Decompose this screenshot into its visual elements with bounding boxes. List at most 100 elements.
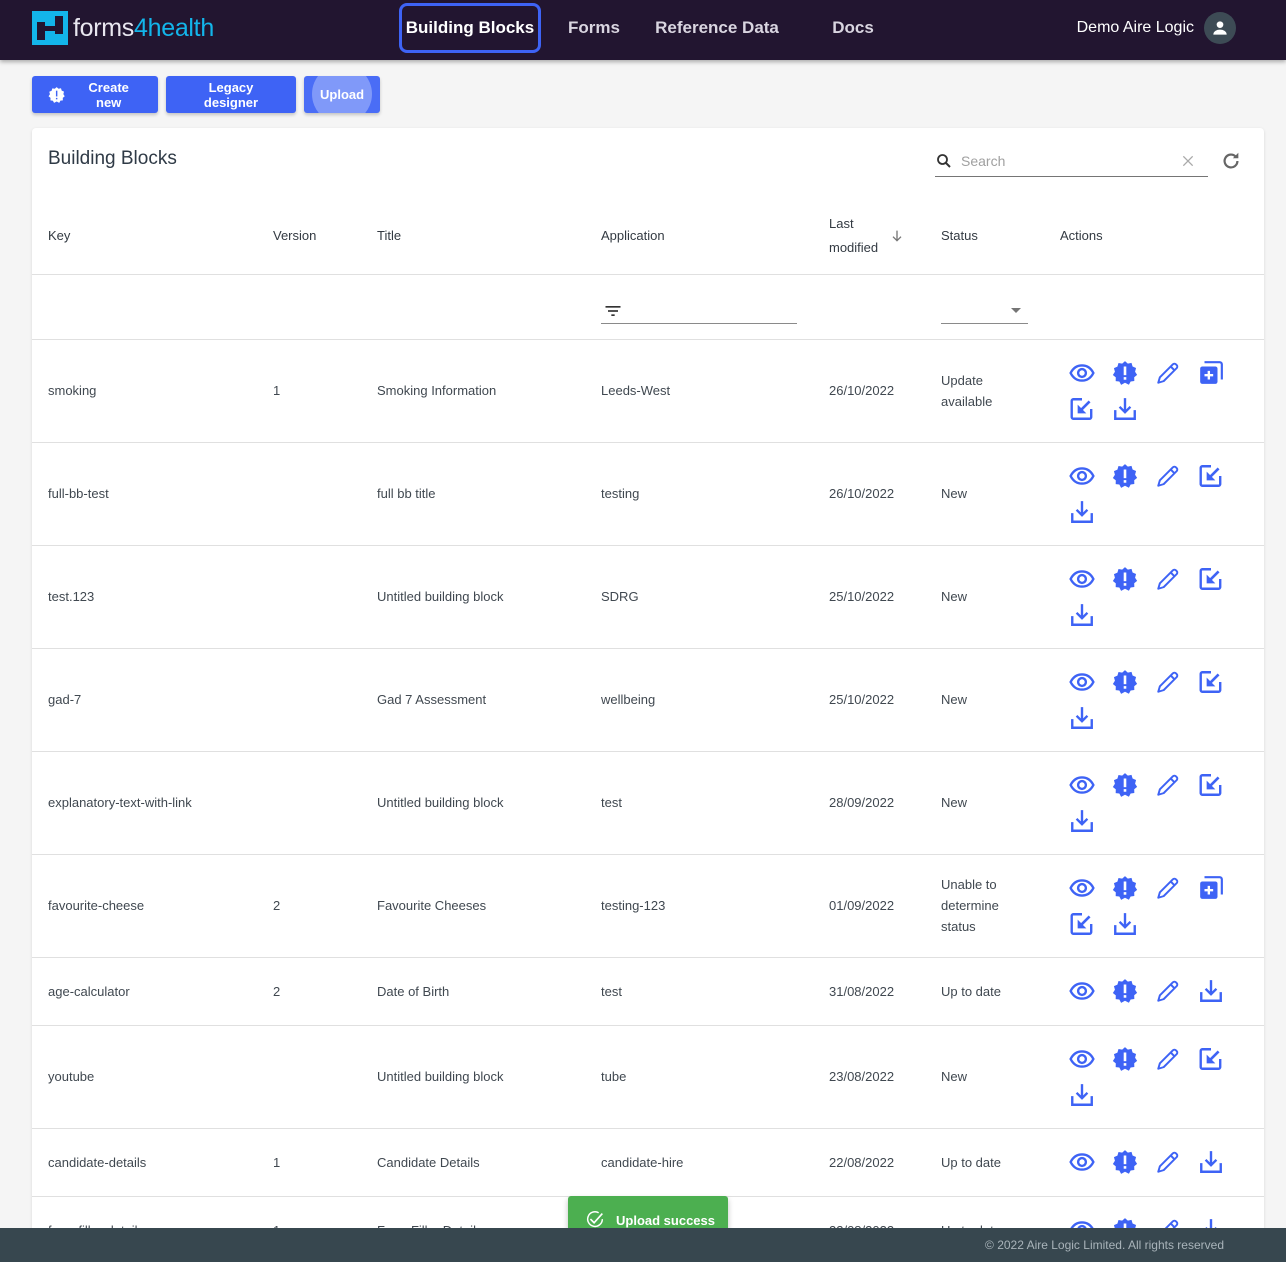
actions-cell [1060,442,1264,546]
actions-cell [1060,545,1264,649]
table-row[interactable]: youtube Untitled building block tube 23/08/… [32,1025,1264,1129]
row-actions [1060,1041,1240,1113]
edit-pencil-icon[interactable] [1152,664,1195,700]
edit-pencil-icon[interactable] [1152,1144,1195,1180]
key-cell: test.123 [32,545,273,649]
key-cell: candidate-details [32,1128,273,1197]
edit-pencil-icon[interactable] [1152,767,1195,803]
legacy-designer-button[interactable]: Legacy designer [166,76,296,113]
building-blocks-card: Building Blocks Key Version Title Applic… [32,128,1264,1262]
edit-pencil-icon[interactable] [1152,1041,1195,1077]
view-eye-icon[interactable] [1066,870,1109,906]
column-header-last-modified[interactable]: Last modified [829,198,941,275]
edit-pencil-icon[interactable] [1152,458,1195,494]
copyright-text: © 2022 Aire Logic Limited. All rights re… [985,1238,1224,1252]
search-input[interactable] [961,153,1180,169]
column-header-status[interactable]: Status [941,198,1060,275]
title-cell: Date of Birth [377,957,601,1026]
search-field[interactable] [935,146,1208,177]
view-eye-icon[interactable] [1066,664,1109,700]
download-icon[interactable] [1109,391,1152,427]
download-icon[interactable] [1109,906,1152,942]
table-row[interactable]: age-calculator 2 Date of Birth test 31/08/20… [32,957,1264,1026]
edit-pencil-icon[interactable] [1152,973,1195,1009]
publish-badge-icon[interactable] [1109,1144,1152,1180]
version-cell [273,442,377,546]
import-icon[interactable] [1066,391,1109,427]
view-eye-icon[interactable] [1066,1041,1109,1077]
key-cell: favourite-cheese [32,854,273,958]
version-cell: 2 [273,854,377,958]
view-eye-icon[interactable] [1066,973,1109,1009]
publish-badge-icon[interactable] [1109,1041,1152,1077]
view-eye-icon[interactable] [1066,767,1109,803]
nav-docs[interactable]: Docs [787,3,919,53]
table-row[interactable]: favourite-cheese 2 Favourite Cheeses testin… [32,854,1264,958]
publish-badge-icon[interactable] [1109,767,1152,803]
download-icon[interactable] [1066,803,1109,839]
clear-search-icon[interactable] [1180,153,1196,169]
status-cell: Update available [941,339,1060,443]
duplicate-icon[interactable] [1195,870,1238,906]
publish-badge-icon[interactable] [1109,355,1152,391]
edit-pencil-icon[interactable] [1152,355,1195,391]
sort-descending-icon[interactable] [889,228,905,244]
building-blocks-table: Key Version Title Application Last modif… [32,198,1264,1262]
new-badge-icon [48,86,65,103]
download-icon[interactable] [1066,1077,1109,1113]
edit-pencil-icon[interactable] [1152,561,1195,597]
last-modified-cell: 28/09/2022 [829,751,941,855]
nav-building-blocks[interactable]: Building Blocks [399,3,541,53]
title-cell: Gad 7 Assessment [377,648,601,752]
download-icon[interactable] [1195,1144,1238,1180]
import-icon[interactable] [1195,664,1238,700]
logo-mark-icon [32,11,68,45]
table-row[interactable]: full-bb-test full bb title testing 26/10/20… [32,442,1264,546]
table-row[interactable]: explanatory-text-with-link Untitled build… [32,751,1264,855]
version-cell: 2 [273,957,377,1026]
view-eye-icon[interactable] [1066,355,1109,391]
filter-row [32,274,1264,340]
status-filter-select[interactable] [941,300,1028,324]
table-row[interactable]: smoking 1 Smoking Information Leeds-West 26/… [32,339,1264,443]
view-eye-icon[interactable] [1066,1144,1109,1180]
app-logo[interactable]: forms4health [32,11,214,45]
import-icon[interactable] [1066,906,1109,942]
refresh-icon[interactable] [1220,150,1242,172]
actions-cell [1060,339,1264,443]
download-icon[interactable] [1195,973,1238,1009]
view-eye-icon[interactable] [1066,561,1109,597]
publish-badge-icon[interactable] [1109,973,1152,1009]
create-new-button[interactable]: Create new [32,76,158,113]
table-row[interactable]: candidate-details 1 Candidate Details candi… [32,1128,1264,1197]
application-filter-input[interactable] [601,300,797,324]
column-header-key[interactable]: Key [32,198,273,275]
import-icon[interactable] [1195,1041,1238,1077]
publish-badge-icon[interactable] [1109,458,1152,494]
avatar[interactable] [1204,12,1236,44]
row-actions [1060,973,1240,1009]
publish-badge-icon[interactable] [1109,561,1152,597]
import-icon[interactable] [1195,458,1238,494]
user-menu[interactable]: Demo Aire Logic [1077,12,1236,44]
table-row[interactable]: test.123 Untitled building block SDRG 25/10… [32,545,1264,649]
duplicate-icon[interactable] [1195,355,1238,391]
view-eye-icon[interactable] [1066,458,1109,494]
table-row[interactable]: gad-7 Gad 7 Assessment wellbeing 25/10/2022… [32,648,1264,752]
column-header-application[interactable]: Application [601,198,829,275]
column-header-version[interactable]: Version [273,198,377,275]
download-icon[interactable] [1066,597,1109,633]
download-icon[interactable] [1066,494,1109,530]
status-cell: New [941,442,1060,546]
nav-reference-data[interactable]: Reference Data [647,3,787,53]
publish-badge-icon[interactable] [1109,664,1152,700]
import-icon[interactable] [1195,767,1238,803]
version-cell [273,751,377,855]
upload-button[interactable]: Upload [304,76,380,113]
publish-badge-icon[interactable] [1109,870,1152,906]
column-header-title[interactable]: Title [377,198,601,275]
download-icon[interactable] [1066,700,1109,736]
edit-pencil-icon[interactable] [1152,870,1195,906]
nav-forms[interactable]: Forms [541,3,647,53]
import-icon[interactable] [1195,561,1238,597]
